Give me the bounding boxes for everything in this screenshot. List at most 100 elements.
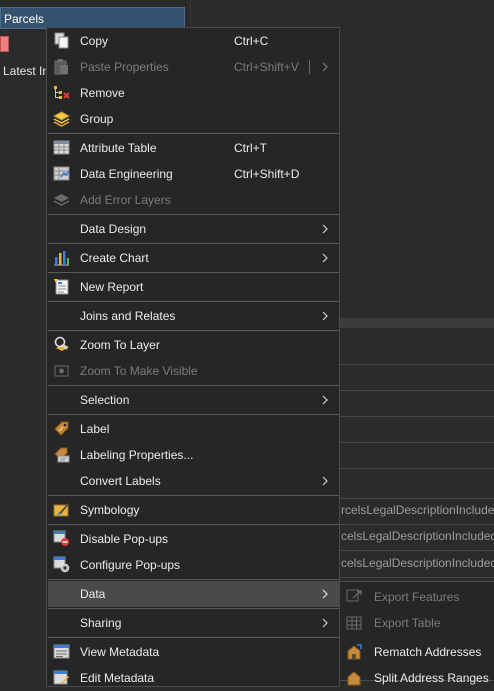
menu-item-label: Convert Labels	[80, 474, 161, 488]
metadata-icon	[53, 643, 70, 660]
data-engineering-icon	[53, 165, 70, 182]
menu-item-create-chart[interactable]: Create Chart	[48, 245, 339, 271]
submenu-item-rematch-addresses[interactable]: Rematch Addresses	[341, 639, 494, 665]
menu-item-label: New Report	[80, 280, 144, 294]
table-header	[340, 318, 494, 328]
menu-item-label: Sharing	[80, 616, 122, 630]
layer-name: Parcels	[4, 12, 45, 26]
menu-item-attribute-table[interactable]: Attribute Table Ctrl+T	[48, 135, 339, 161]
chevron-right-icon[interactable]	[320, 61, 330, 73]
menu-item-label: Data	[80, 587, 106, 601]
menu-item-label: Create Chart	[80, 251, 149, 265]
menu-separator	[48, 301, 339, 302]
menu-item-configure-popups[interactable]: Configure Pop-ups	[48, 552, 339, 578]
report-icon	[53, 278, 70, 295]
table-grid-line	[340, 364, 494, 365]
table-grid-line	[340, 468, 494, 469]
menu-item-data[interactable]: Data	[48, 581, 339, 607]
menu-item-symbology[interactable]: Symbology	[48, 497, 339, 523]
menu-item-group[interactable]: Group	[48, 106, 339, 132]
menu-item-convert-labels[interactable]: Convert Labels	[48, 468, 339, 494]
split-divider	[309, 60, 310, 74]
layer-name-secondary[interactable]: Latest In	[3, 64, 49, 78]
labeling-properties-icon	[53, 446, 70, 463]
menu-item-label: Export Table	[374, 616, 441, 630]
table-grid-line	[340, 390, 494, 391]
submenu-item-export-table[interactable]: Export Table	[341, 610, 494, 636]
menu-item-shortcut: Ctrl+T	[234, 141, 267, 155]
menu-item-label: Joins and Relates	[80, 309, 176, 323]
menu-item-label: Labeling Properties...	[80, 448, 194, 462]
data-submenu: Export Features Export Table Rematch Add…	[339, 581, 494, 686]
menu-item-label: Add Error Layers	[80, 193, 171, 207]
paste-properties-icon	[53, 58, 70, 75]
menu-separator	[48, 385, 339, 386]
menu-item-remove[interactable]: Remove	[48, 80, 339, 106]
copy-icon	[53, 32, 70, 49]
submenu-item-split-address-ranges[interactable]: Split Address Ranges	[341, 665, 494, 691]
zoom-to-layer-icon	[53, 336, 70, 353]
chevron-right-icon	[320, 252, 330, 264]
menu-item-paste-properties[interactable]: Paste Properties Ctrl+Shift+V	[48, 54, 339, 80]
menu-item-shortcut: Ctrl+Shift+D	[234, 167, 300, 181]
menu-separator	[48, 414, 339, 415]
table-cell: rcelsLegalDescriptionIncluded.	[341, 503, 494, 517]
menu-item-copy[interactable]: Copy Ctrl+C	[48, 28, 339, 54]
menu-separator	[48, 524, 339, 525]
menu-item-label: Symbology	[80, 503, 140, 517]
table-grid-line	[340, 577, 494, 578]
menu-separator	[48, 133, 339, 134]
add-error-layers-icon	[53, 191, 70, 208]
menu-item-label: Label	[80, 422, 110, 436]
menu-item-selection[interactable]: Selection	[48, 387, 339, 413]
rematch-addresses-icon	[346, 643, 363, 660]
menu-item-new-report[interactable]: New Report	[48, 274, 339, 300]
menu-separator	[48, 495, 339, 496]
disable-popups-icon	[53, 530, 70, 547]
label-icon	[53, 420, 70, 437]
group-layers-icon	[53, 110, 70, 127]
chevron-right-icon	[320, 475, 330, 487]
chevron-right-icon	[320, 588, 330, 600]
menu-item-label: Data Design	[80, 222, 147, 236]
menu-item-label: Data Engineering	[80, 167, 173, 181]
chevron-right-icon	[320, 310, 330, 322]
menu-item-sharing[interactable]: Sharing	[48, 610, 339, 636]
table-grid-line	[340, 550, 494, 551]
menu-item-labeling-properties[interactable]: Labeling Properties...	[48, 442, 339, 468]
menu-item-label: Configure Pop-ups	[80, 558, 181, 572]
menu-item-label: Attribute Table	[80, 141, 157, 155]
chevron-right-icon	[320, 394, 330, 406]
layer-symbol-swatch	[0, 36, 9, 52]
chevron-right-icon	[320, 617, 330, 629]
attribute-table-icon	[53, 139, 70, 156]
layer-row-parcels[interactable]: Parcels	[0, 7, 185, 29]
menu-item-data-engineering[interactable]: Data Engineering Ctrl+Shift+D	[48, 161, 339, 187]
menu-item-label-toggle[interactable]: Label	[48, 416, 339, 442]
menu-separator	[48, 608, 339, 609]
export-features-icon	[346, 588, 363, 605]
table-grid-line	[340, 416, 494, 417]
menu-item-add-error-layers[interactable]: Add Error Layers	[48, 187, 339, 213]
configure-popups-icon	[53, 556, 70, 573]
menu-item-zoom-to-layer[interactable]: Zoom To Layer	[48, 332, 339, 358]
submenu-item-export-features[interactable]: Export Features	[341, 584, 494, 610]
menu-item-label: Paste Properties	[80, 60, 169, 74]
menu-item-label: Split Address Ranges	[374, 671, 489, 685]
edit-metadata-icon	[53, 669, 70, 686]
menu-item-zoom-to-make-visible[interactable]: Zoom To Make Visible	[48, 358, 339, 384]
menu-item-label: Copy	[80, 34, 109, 48]
menu-item-label: Rematch Addresses	[374, 645, 482, 659]
menu-separator	[48, 637, 339, 638]
menu-item-label: Group	[80, 112, 114, 126]
menu-item-joins-and-relates[interactable]: Joins and Relates	[48, 303, 339, 329]
menu-item-view-metadata[interactable]: View Metadata	[48, 639, 339, 665]
menu-item-shortcut: Ctrl+Shift+V	[234, 60, 299, 74]
menu-item-edit-metadata[interactable]: Edit Metadata	[48, 665, 339, 686]
table-cell: celsLegalDescriptionIncluded.	[341, 529, 494, 543]
export-table-icon	[346, 614, 363, 631]
menu-item-data-design[interactable]: Data Design	[48, 216, 339, 242]
menu-item-disable-popups[interactable]: Disable Pop-ups	[48, 526, 339, 552]
menu-separator	[48, 579, 339, 580]
menu-item-label: Edit Metadata	[80, 671, 155, 685]
